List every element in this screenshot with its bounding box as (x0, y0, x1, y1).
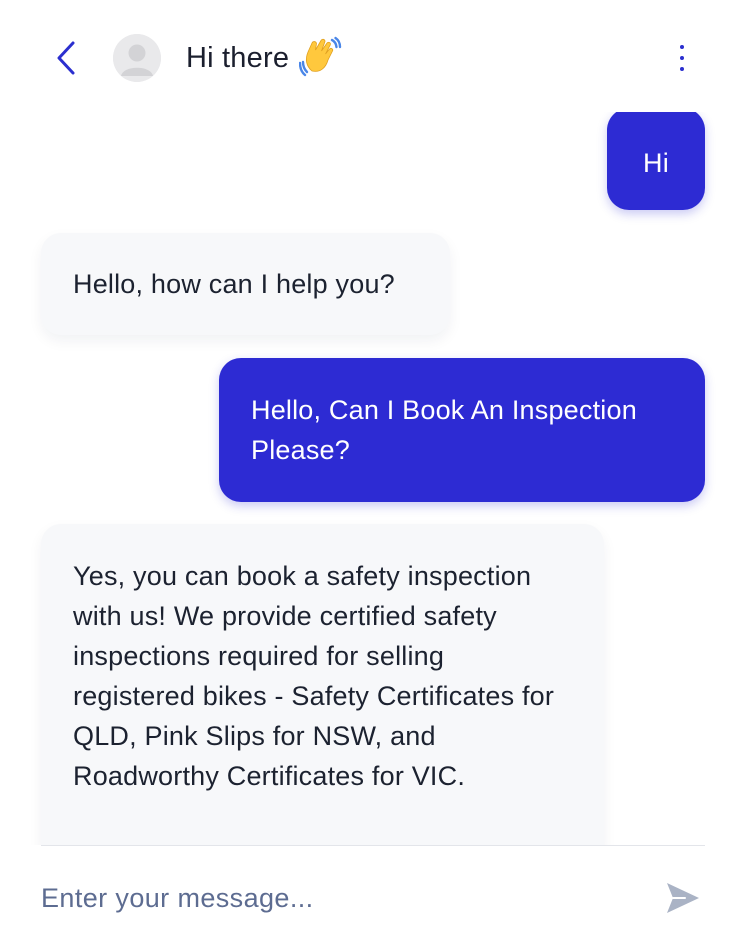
message-text: Hi (643, 148, 669, 178)
message-composer (41, 868, 705, 928)
chevron-left-icon (57, 41, 75, 75)
user-message: Hello, Can I Book An Inspection Please? (219, 358, 705, 502)
header-title-group: Hi there (186, 36, 343, 80)
send-button[interactable] (661, 876, 705, 920)
more-vertical-icon-dot (680, 45, 684, 49)
back-button[interactable] (44, 36, 88, 80)
composer-divider (41, 845, 705, 846)
message-text: Yes, you can book a safety inspection wi… (73, 561, 555, 791)
user-message: Hi (607, 112, 705, 210)
message-text: Hello, Can I Book An Inspection Please? (251, 395, 637, 465)
message-input[interactable] (41, 868, 641, 928)
bot-message: Yes, you can book a safety inspection wi… (41, 524, 604, 845)
message-text: Hello, how can I help you? (73, 269, 395, 299)
avatar[interactable] (113, 34, 161, 82)
waving-hand-icon (299, 36, 342, 77)
bot-message: Hello, how can I help you? (41, 233, 450, 335)
chat-screen: Hi there Hi Hello, how can I help you? H… (0, 0, 747, 944)
message-list[interactable]: Hi Hello, how can I help you? Hello, Can… (0, 112, 747, 845)
page-title: Hi there (186, 41, 290, 74)
more-vertical-icon-dot (680, 67, 684, 71)
user-placeholder-icon (113, 34, 161, 82)
chat-header: Hi there (0, 0, 747, 112)
send-icon (667, 883, 699, 913)
more-options-button[interactable] (664, 38, 700, 78)
more-vertical-icon-dot (680, 56, 684, 60)
